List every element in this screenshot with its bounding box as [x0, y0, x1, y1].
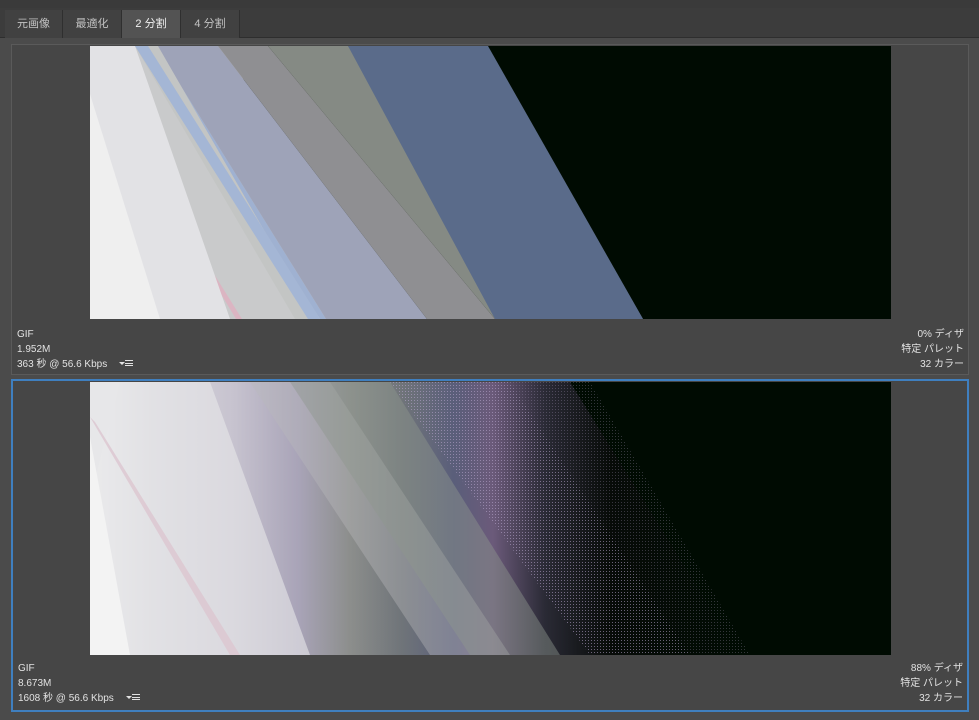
preview-image-2[interactable]	[90, 382, 891, 655]
tab-original[interactable]: 元画像	[5, 10, 63, 38]
palette-label: 特定 パレット	[900, 678, 963, 689]
download-time-label: 1608 秒 @ 56.6 Kbps	[18, 693, 114, 704]
tab-4-up[interactable]: 4 分割	[181, 10, 240, 38]
pane-1-info-left: GIF 1.952M 363 秒 @ 56.6 Kbps	[17, 327, 134, 372]
format-label: GIF	[17, 329, 34, 340]
download-time-label: 363 秒 @ 56.6 Kbps	[17, 359, 108, 370]
color-count-label: 32 カラー	[920, 359, 964, 370]
format-label: GIF	[18, 663, 35, 674]
gradient-preview-undithered	[90, 46, 891, 319]
tab-2-up[interactable]: 2 分割	[122, 10, 181, 38]
tab-optimized[interactable]: 最適化	[63, 10, 122, 38]
title-strip	[0, 0, 979, 8]
download-rate-menu-icon[interactable]	[119, 358, 134, 368]
file-size-label: 8.673M	[18, 678, 52, 689]
save-for-web-window: 元画像 最適化 2 分割 4 分割 GIF 1.952M 363 秒 @ 56.…	[0, 0, 979, 720]
preview-pane-2[interactable]: GIF 8.673M 1608 秒 @ 56.6 Kbps 88% ディザ 特定…	[11, 379, 969, 712]
palette-label: 特定 パレット	[901, 344, 964, 355]
gradient-preview-dithered	[90, 382, 891, 655]
download-rate-menu-icon[interactable]	[125, 692, 140, 702]
preview-pane-1[interactable]: GIF 1.952M 363 秒 @ 56.6 Kbps 0% ディザ 特定 パ…	[11, 44, 969, 375]
preview-image-1[interactable]	[90, 46, 891, 319]
pane-2-info-right: 88% ディザ 特定 パレット 32 カラー	[900, 661, 963, 706]
download-time-row: 1608 秒 @ 56.6 Kbps	[18, 691, 140, 706]
pane-1-info-right: 0% ディザ 特定 パレット 32 カラー	[901, 327, 964, 372]
dither-label: 88% ディザ	[910, 663, 963, 674]
dither-label: 0% ディザ	[917, 329, 964, 340]
color-count-label: 32 カラー	[919, 693, 963, 704]
view-tab-bar: 元画像 最適化 2 分割 4 分割	[0, 8, 979, 38]
pane-2-info-left: GIF 8.673M 1608 秒 @ 56.6 Kbps	[18, 661, 140, 706]
file-size-label: 1.952M	[17, 344, 51, 355]
download-time-row: 363 秒 @ 56.6 Kbps	[17, 357, 134, 372]
